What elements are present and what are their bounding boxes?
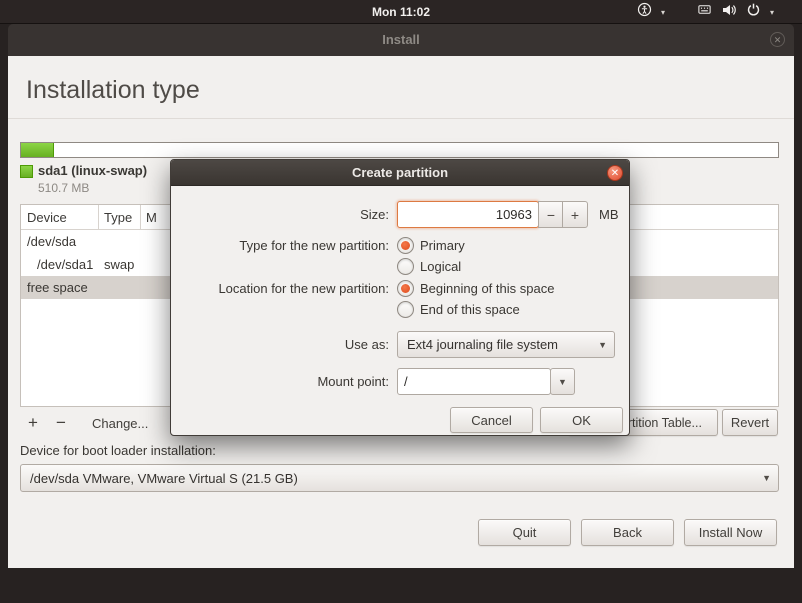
legend-partition-name: sda1 (linux-swap) (38, 163, 147, 178)
window-titlebar: Install ✕ (8, 24, 794, 56)
back-button[interactable]: Back (581, 519, 674, 546)
bootloader-label: Device for boot loader installation: (20, 443, 216, 458)
remove-partition-button[interactable]: − (48, 410, 74, 436)
legend-partition-size: 510.7 MB (38, 181, 89, 195)
column-header-device[interactable]: Device (27, 205, 67, 230)
change-button[interactable]: Change... (84, 410, 156, 436)
chevron-down-icon[interactable]: ▾ (661, 8, 665, 17)
power-icon[interactable] (746, 2, 761, 22)
bootloader-device-select[interactable]: /dev/sda VMware, VMware Virtual S (21.5 … (20, 464, 779, 492)
partition-overview-bar (20, 142, 779, 158)
dialog-title: Create partition (171, 160, 629, 186)
quit-button[interactable]: Quit (478, 519, 571, 546)
use-as-value: Ext4 journaling file system (398, 337, 591, 352)
accessibility-icon[interactable] (637, 2, 652, 22)
radio-unselected-icon[interactable] (397, 301, 414, 318)
cell-device: /dev/sda (21, 234, 76, 249)
size-label: Size: (179, 201, 389, 228)
mount-point-label: Mount point: (179, 368, 389, 395)
radio-beginning[interactable]: Beginning of this space (397, 280, 554, 297)
chevron-down-icon[interactable]: ▾ (770, 8, 774, 17)
radio-label: Primary (420, 238, 465, 253)
radio-label: Beginning of this space (420, 281, 554, 296)
size-increase-button[interactable]: + (562, 201, 588, 228)
screen: Mon 11:02 ▾ ▾ Install ✕ Installation typ… (0, 0, 802, 603)
dialog-close-icon[interactable]: ✕ (607, 165, 623, 181)
radio-end[interactable]: End of this space (397, 301, 520, 318)
radio-logical[interactable]: Logical (397, 258, 461, 275)
page-title: Installation type (26, 76, 200, 105)
chevron-down-icon: ▼ (755, 465, 778, 491)
radio-unselected-icon[interactable] (397, 258, 414, 275)
chevron-down-icon: ▼ (558, 377, 567, 387)
use-as-select[interactable]: Ext4 journaling file system ▼ (397, 331, 615, 358)
column-separator (140, 205, 141, 230)
cell-device: /dev/sda1 (21, 257, 93, 272)
use-as-label: Use as: (179, 331, 389, 358)
cell-device: free space (21, 280, 88, 295)
column-separator (98, 205, 99, 230)
size-unit-label: MB (599, 201, 619, 228)
header-divider (8, 118, 794, 119)
partition-type-label: Type for the new partition: (179, 237, 389, 254)
column-header-mount[interactable]: M (146, 205, 157, 230)
legend-color-swatch (20, 165, 33, 178)
dialog-titlebar[interactable]: Create partition ✕ (171, 160, 629, 186)
window-title: Install (8, 24, 794, 56)
system-tray: ▾ ▾ (637, 0, 774, 24)
radio-label: Logical (420, 259, 461, 274)
partition-location-label: Location for the new partition: (179, 280, 389, 297)
top-panel: Mon 11:02 ▾ ▾ (0, 0, 802, 24)
radio-selected-icon[interactable] (397, 237, 414, 254)
size-input[interactable] (397, 201, 539, 228)
mount-point-dropdown-button[interactable]: ▼ (550, 368, 575, 395)
window-close-icon[interactable]: ✕ (770, 32, 785, 47)
add-partition-button[interactable]: + (20, 410, 46, 436)
size-decrease-button[interactable]: − (538, 201, 564, 228)
chevron-down-icon: ▼ (591, 332, 614, 357)
cell-type: swap (104, 253, 134, 276)
ok-button[interactable]: OK (540, 407, 623, 433)
mount-point-input[interactable] (397, 368, 551, 395)
revert-button[interactable]: Revert (722, 409, 778, 436)
bootloader-device-value: /dev/sda VMware, VMware Virtual S (21.5 … (21, 471, 755, 486)
volume-icon[interactable] (721, 2, 737, 23)
install-now-button[interactable]: Install Now (684, 519, 777, 546)
partition-segment-sda1 (21, 143, 54, 157)
radio-label: End of this space (420, 302, 520, 317)
radio-primary[interactable]: Primary (397, 237, 465, 254)
cancel-button[interactable]: Cancel (450, 407, 533, 433)
radio-selected-icon[interactable] (397, 280, 414, 297)
column-header-type[interactable]: Type (104, 205, 132, 230)
partition-segment-free (54, 143, 778, 157)
keyboard-indicator-icon[interactable] (697, 2, 712, 22)
create-partition-dialog: Create partition ✕ Size: − + MB Type for… (170, 159, 630, 436)
